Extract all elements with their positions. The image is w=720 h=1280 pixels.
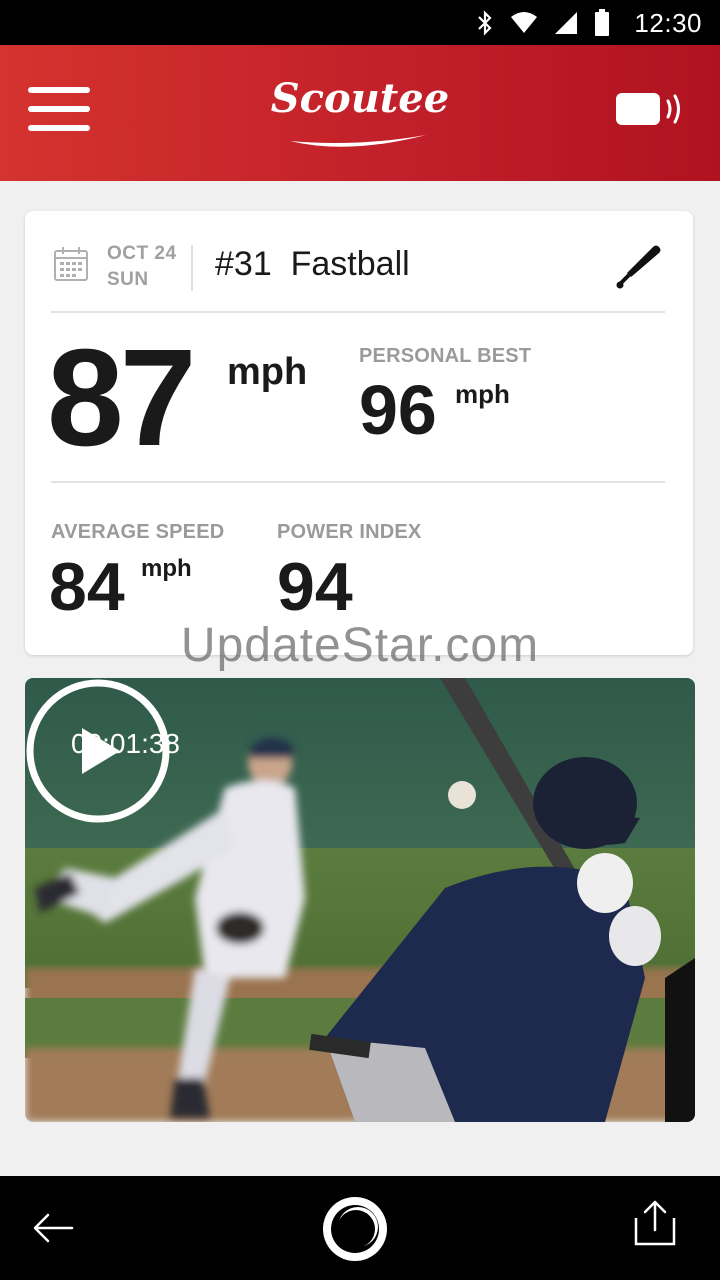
status-time: 12:30 [634,8,702,38]
sensor-device-icon[interactable] [614,89,684,129]
card-divider [51,481,665,483]
share-icon[interactable] [632,1198,678,1248]
logo-swoosh [290,135,426,147]
personal-best-label: PERSONAL BEST [359,345,532,367]
system-nav-bar [0,1176,720,1280]
card-divider [51,311,665,313]
status-icons [476,8,610,38]
calendar-icon [54,247,88,281]
power-index-label: POWER INDEX [277,521,422,543]
bluetooth-icon [478,10,492,36]
personal-best-unit: mph [455,379,510,409]
app-bar: Scoutee [0,45,720,181]
power-index-value: 94 [277,549,353,625]
average-speed-value: 84 [49,549,125,625]
pitch-title: #31 Fastball [215,245,410,283]
home-icon[interactable] [320,1194,390,1264]
watermark: UpdateStar.com [180,619,540,672]
app-logo: Scoutee [270,75,450,122]
signal-icon [555,12,577,34]
date-month-day: OCT 24 [107,243,177,264]
average-speed-label: AVERAGE SPEED [51,521,225,543]
header-divider [191,245,193,291]
personal-best-value: 96 [359,371,437,449]
pitch-speed-unit: mph [227,351,308,393]
battery-icon [595,9,609,36]
video-thumbnail[interactable]: 00:01:38 [25,678,695,1122]
status-bar: 12:30 [0,0,720,45]
play-icon[interactable] [25,678,171,824]
date-weekday: SUN [107,269,149,290]
back-arrow-icon[interactable] [30,1206,76,1250]
average-speed-unit: mph [141,555,192,582]
pitch-speed: 87 [47,321,196,475]
wifi-icon [511,12,537,33]
pitch-date: OCT 24 SUN [107,241,177,293]
bat-icon[interactable] [615,243,663,291]
pitch-stats-card: OCT 24 SUN #31 Fastball 87 mph PERSONAL … [25,211,693,655]
